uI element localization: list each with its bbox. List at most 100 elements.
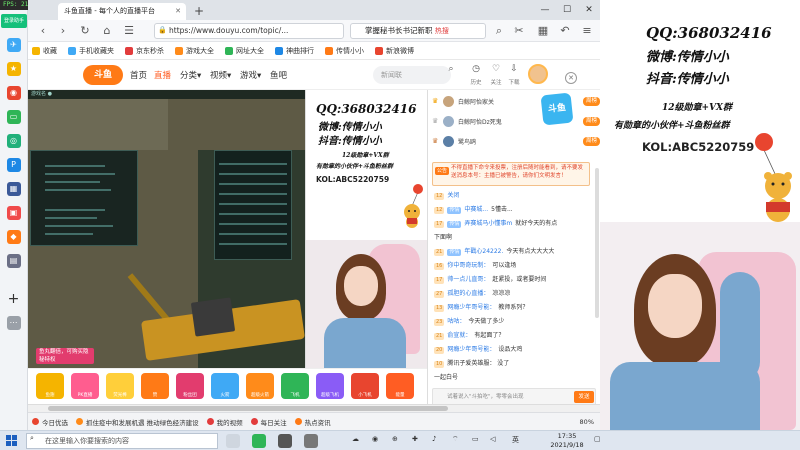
home-icon[interactable]: ⌂ xyxy=(100,24,114,38)
orange-app-icon[interactable]: ◆ xyxy=(6,230,21,244)
minimize-icon[interactable]: — xyxy=(538,3,552,17)
message-icon[interactable]: ▭ xyxy=(6,110,21,124)
status-daily-focus[interactable]: 每日关注 xyxy=(250,417,287,427)
gift-item[interactable]: 飞机 xyxy=(281,373,309,399)
nav-video[interactable]: 视频▾ xyxy=(210,69,231,81)
green-app-icon[interactable]: ◎ xyxy=(6,134,21,148)
maximize-icon[interactable]: ☐ xyxy=(560,3,574,17)
chat-nick[interactable]: 你中哥奇玩制： xyxy=(447,262,489,269)
download-icon[interactable]: ⇩ xyxy=(506,64,522,74)
gift-item[interactable]: 鱼翅 xyxy=(36,373,64,399)
rank-row[interactable]: ♛ 鹭鸟鸥 周榜 xyxy=(432,134,600,149)
chat-nick[interactable]: 年戳心24222. xyxy=(464,248,503,255)
chat-nick[interactable]: 俞宣就： xyxy=(447,332,471,339)
chat-nick[interactable]: 咕咕： xyxy=(447,318,465,325)
sidebar-toggle-icon[interactable]: ☰ xyxy=(122,24,136,38)
scissors-icon[interactable]: ✂ xyxy=(512,24,526,38)
gift-item[interactable]: PK直播 xyxy=(71,373,99,399)
plane-icon[interactable]: ✈ xyxy=(6,38,21,52)
browser-search-field[interactable]: 掌握秘书长书记新职 热搜 xyxy=(350,23,486,39)
bookmark-streamer[interactable]: 传情小小 xyxy=(325,46,364,56)
game-promo-banner[interactable]: 鱼丸翻倍，可购买隐秘特权 xyxy=(36,348,94,364)
refresh-icon[interactable]: ↻ xyxy=(78,24,92,38)
antivirus-icon[interactable]: ◉ xyxy=(372,435,378,443)
douyu-logo[interactable]: 斗鱼 xyxy=(83,65,123,85)
chat-send-button[interactable]: 发送 xyxy=(574,391,594,403)
nav-category[interactable]: 分类▾ xyxy=(180,69,201,81)
star-icon[interactable]: ★ xyxy=(6,62,21,76)
follow-icon[interactable]: ♡ xyxy=(488,64,504,74)
window-close-icon[interactable]: ✕ xyxy=(582,3,596,17)
status-hot-news[interactable]: 热点资讯 xyxy=(294,417,331,427)
more-icon[interactable]: ⋯ xyxy=(6,316,21,330)
wifi-icon[interactable]: ⌔ xyxy=(452,435,459,444)
status-my-videos[interactable]: 我的视频 xyxy=(206,417,243,427)
task-view-icon[interactable] xyxy=(226,434,240,448)
weibo-icon[interactable]: ◉ xyxy=(6,86,21,100)
taskbar-search-input[interactable]: 在这里输入你要搜索的内容 xyxy=(26,433,218,449)
gift-item[interactable]: 赞 xyxy=(141,373,169,399)
zoom-level[interactable]: 80% xyxy=(580,418,594,426)
menu-icon[interactable]: ≡ xyxy=(580,24,594,38)
windows-start-icon[interactable] xyxy=(6,435,18,447)
back-icon[interactable]: ‹ xyxy=(36,24,50,38)
gift-item[interactable]: 火箭 xyxy=(211,373,239,399)
nav-yuba[interactable]: 鱼吧 xyxy=(270,69,287,81)
p-app-icon[interactable]: P xyxy=(6,158,21,172)
bookmark-jd[interactable]: 京东秒杀 xyxy=(125,46,164,56)
gift-item[interactable]: 小飞机 xyxy=(351,373,379,399)
add-app-icon[interactable]: + xyxy=(7,292,21,306)
user-avatar[interactable] xyxy=(528,64,548,84)
chat-nick[interactable]: 网瘾少年哥号能： xyxy=(447,304,495,311)
site-search-input[interactable]: 新闻联 xyxy=(373,66,451,84)
speaker-icon[interactable]: ◁ xyxy=(490,435,495,443)
gift-item[interactable]: 超级飞机 xyxy=(316,373,344,399)
browser-app-icon[interactable] xyxy=(252,434,266,448)
bookmark-sites[interactable]: 网址大全 xyxy=(225,46,264,56)
rank-row[interactable]: ♛ 白鲸阿怡Dz死鬼 周榜 xyxy=(432,114,600,129)
grid-icon[interactable]: ▦ xyxy=(536,24,550,38)
undo-icon[interactable]: ↶ xyxy=(558,24,572,38)
red-app-icon[interactable]: ▣ xyxy=(6,206,21,220)
game-video-player[interactable]: 游戏名 ● 鱼丸翻倍，可购买隐秘特权 xyxy=(28,90,305,368)
bookmark-mobile[interactable]: 手机收藏夹 xyxy=(68,46,114,56)
input-language[interactable]: 英 xyxy=(512,435,519,445)
nav-live[interactable]: 直播 xyxy=(154,69,171,81)
volume-icon[interactable]: ♪ xyxy=(432,435,436,443)
status-news[interactable]: 抓住疫中和发展机遇 推动绿色经济建设 xyxy=(76,417,199,427)
blue-app-icon[interactable]: ▦ xyxy=(6,182,21,196)
rank-row[interactable]: ♛ 白鲸阿怡家关 周榜 xyxy=(432,94,600,109)
chat-nick[interactable]: 网瘾少年哥号能： xyxy=(447,346,495,353)
tab-close-icon[interactable]: ✕ xyxy=(175,3,181,20)
power-icon[interactable]: ▭ xyxy=(472,435,479,443)
active-tab[interactable]: 斗鱼直播 - 每个人的直播平台 ✕ xyxy=(58,3,186,20)
gift-item[interactable]: 能量 xyxy=(386,373,414,399)
url-field[interactable]: https://www.douyu.com/topic/... xyxy=(154,23,344,39)
history-icon[interactable]: ◷ xyxy=(468,64,484,74)
taskbar-clock[interactable]: 17:35 2021/9/18 xyxy=(545,432,589,449)
gamepad-icon[interactable]: ✚ xyxy=(412,435,418,443)
status-daily-picks[interactable]: 今日优选 xyxy=(32,417,68,427)
grid-app-icon[interactable]: ▤ xyxy=(6,254,21,268)
header-close-icon[interactable]: ✕ xyxy=(565,72,577,84)
chat-nick[interactable]: 帅一点儿直哥： xyxy=(447,276,489,283)
bookmark-games[interactable]: 游戏大全 xyxy=(175,46,214,56)
nav-games[interactable]: 游戏▾ xyxy=(240,69,261,81)
chat-nick[interactable]: 关闭 xyxy=(447,192,459,199)
nav-home[interactable]: 首页 xyxy=(130,69,147,81)
site-search-icon[interactable]: ⌕ xyxy=(443,64,459,74)
gift-item[interactable]: 超级火箭 xyxy=(246,373,274,399)
scroll-thumb[interactable] xyxy=(48,406,448,411)
login-assistant-badge[interactable]: 登录助手 xyxy=(1,14,27,28)
gift-item[interactable]: 粉丝团 xyxy=(176,373,204,399)
cloud-icon[interactable]: ☁ xyxy=(352,435,359,443)
chat-nick[interactable]: 孤胆的心直播： xyxy=(447,290,489,297)
gift-item[interactable]: 荧光棒 xyxy=(106,373,134,399)
notification-icon[interactable]: ▢ xyxy=(594,435,601,443)
chat-scrollbar[interactable] xyxy=(595,168,599,318)
bookmark-music[interactable]: 神曲排行 xyxy=(275,46,314,56)
bookmark-weibo[interactable]: 新浪微博 xyxy=(375,46,414,56)
new-tab-icon[interactable]: + xyxy=(192,4,206,18)
obs-app-icon[interactable] xyxy=(278,434,292,448)
horizontal-scrollbar[interactable] xyxy=(28,404,600,412)
